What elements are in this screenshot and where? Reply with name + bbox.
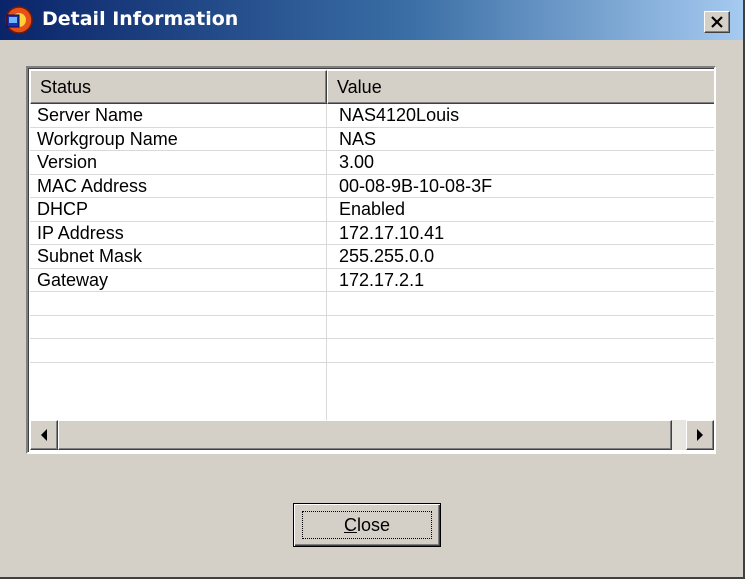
value-cell: 172.17.10.41 [339,222,445,243]
close-icon [711,16,723,28]
list-row[interactable]: DHCP Enabled [30,198,714,222]
title-bar[interactable]: Detail Information [0,0,743,40]
column-separator [326,104,327,420]
list-row[interactable]: Subnet Mask 255.255.0.0 [30,245,714,269]
close-button[interactable]: Close [293,503,441,547]
list-row[interactable]: Gateway 172.17.2.1 [30,269,714,292]
list-row[interactable]: MAC Address 00-08-9B-10-08-3F [30,175,714,198]
value-cell: 172.17.2.1 [339,269,425,290]
detail-list-view[interactable]: Status Value Server Name NAS4120Louis Wo… [26,66,716,454]
list-row-empty [30,339,714,363]
value-cell: NAS4120Louis [339,105,460,125]
scroll-right-button[interactable] [686,420,714,450]
value-cell: 3.00 [339,152,375,172]
status-cell: DHCP [37,199,89,219]
arrow-left-icon [41,429,47,441]
list-row-empty [30,316,714,339]
scroll-left-button[interactable] [30,420,58,450]
list-rows: Server Name NAS4120Louis Workgroup Name … [30,104,714,396]
scroll-thumb[interactable] [58,420,672,450]
list-row[interactable]: Version 3.00 [30,151,714,175]
arrow-right-icon [697,429,703,441]
window-title: Detail Information [42,8,239,30]
value-cell: NAS [339,128,377,149]
detail-information-dialog: Detail Information Status Value Server N… [0,0,745,579]
value-cell: Enabled [339,199,406,219]
list-row-empty [30,292,714,316]
list-row[interactable]: IP Address 172.17.10.41 [30,222,714,245]
list-header: Status Value [30,70,714,104]
close-mnemonic: C [343,515,357,535]
close-button-label: Close [294,515,440,536]
horizontal-scrollbar[interactable] [30,420,714,450]
column-header-status[interactable]: Status [30,70,327,104]
value-cell: 255.255.0.0 [339,246,435,266]
status-cell: Gateway [37,269,109,290]
list-row[interactable]: Server Name NAS4120Louis [30,104,714,128]
value-cell: 00-08-9B-10-08-3F [339,175,493,196]
list-row[interactable]: Workgroup Name NAS [30,128,714,151]
status-cell: Subnet Mask [37,246,143,266]
close-window-button[interactable] [704,11,730,33]
column-header-value[interactable]: Value [327,70,714,104]
app-icon [5,6,33,34]
close-label-rest: lose [356,515,391,535]
status-cell: IP Address [37,222,124,243]
status-cell: Version [37,152,98,172]
list-row-empty [30,363,714,396]
status-cell: Server Name [37,105,144,125]
status-cell: MAC Address [37,175,148,196]
status-cell: Workgroup Name [37,128,178,149]
